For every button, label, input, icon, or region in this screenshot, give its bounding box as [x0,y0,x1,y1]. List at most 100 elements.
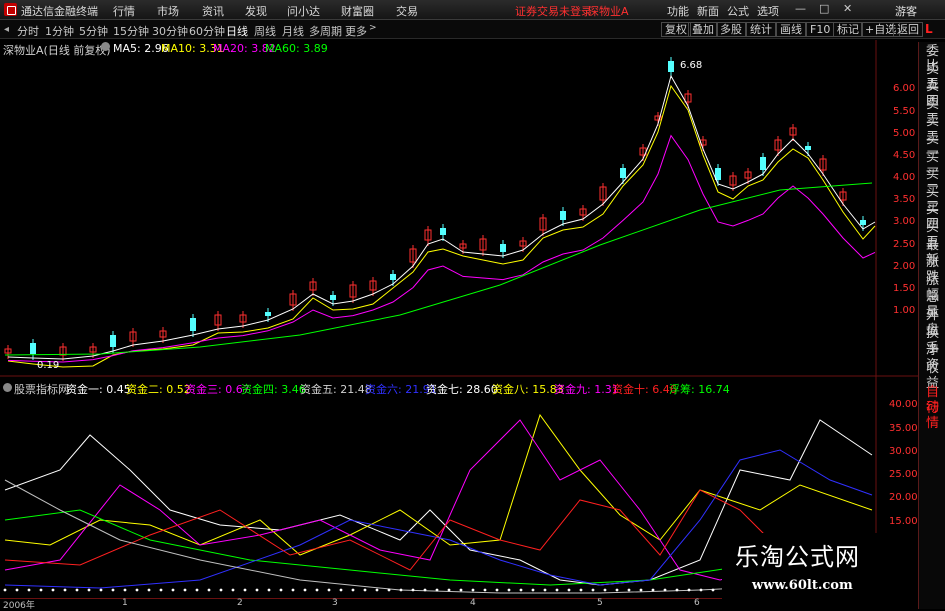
low-price-label: 0.19 [37,360,60,371]
baseline-dot [507,588,511,592]
baseline-dot [267,588,271,592]
trade-status[interactable]: 证券交易未登录 [515,3,592,19]
baseline-dot [207,588,211,592]
menu-formula[interactable]: 公式 [727,3,749,19]
tool-f10[interactable]: F10 [806,22,835,37]
kline-panel [0,40,918,598]
baseline-dot [651,588,655,592]
close-button[interactable]: ✕ [843,2,852,15]
baseline-dot [627,588,631,592]
baseline-dot [51,588,55,592]
more-chevron-icon[interactable]: > [369,23,377,33]
current-stock[interactable]: 深物业A [588,3,629,19]
baseline-dot [183,588,187,592]
date-tick: 3 [332,598,338,608]
baseline-dot [591,588,595,592]
baseline-dot [687,588,691,592]
tool-multi-stock[interactable]: 多股 [716,22,746,37]
menu-item-market[interactable]: 市场 [157,3,179,19]
baseline-dot [243,588,247,592]
menu-options[interactable]: 选项 [757,3,779,19]
maximize-button[interactable]: □ [819,2,829,15]
baseline-dot [111,588,115,592]
fund7-label: 资金七: 28.60 [426,383,498,396]
period-intraday[interactable]: 分时 [17,23,39,39]
baseline-dot [171,588,175,592]
stock-period-label: 深物业A(日线 前复权) [3,44,111,57]
fund5-label: 资金五: 21.48 [300,383,372,396]
date-tick: 2006年 [3,601,35,611]
period-weekly[interactable]: 周线 [254,23,276,39]
menu-item-wealth[interactable]: 财富圈 [341,3,374,19]
menu-item-trade[interactable]: 交易 [396,3,418,19]
baseline-dot [327,588,331,592]
indicator-tick: 25.00 [889,469,918,480]
chart-canvas [0,40,918,598]
menu-item-news[interactable]: 资讯 [202,3,224,19]
float-chips-label: 浮筹: 16.74 [669,383,730,396]
period-monthly[interactable]: 月线 [282,23,304,39]
price-tick: 2.50 [893,239,916,250]
baseline-dot [663,588,667,592]
baseline-dot [135,588,139,592]
candle-down [440,228,446,235]
price-tick: 2.00 [893,261,916,272]
baseline-dot [159,588,163,592]
period-5min[interactable]: 5分钟 [79,23,108,39]
candle-down [805,146,811,150]
tool-overlay[interactable]: 叠加 [688,22,718,37]
indicator-name[interactable]: 股票指标网 [14,381,69,397]
price-tick: 3.00 [893,216,916,227]
level-l-icon[interactable]: L [925,22,933,36]
baseline-dot [315,588,319,592]
price-tick: 5.50 [893,106,916,117]
baseline-dot [87,588,91,592]
candle-down [620,168,626,178]
tool-statistics[interactable]: 统计 [746,22,776,37]
collapse-arrow-icon[interactable]: ◂ [4,24,9,35]
indicator-settings-icon[interactable] [3,383,12,392]
baseline-dot [279,588,283,592]
app-logo-icon [4,3,17,16]
minimize-button[interactable]: — [795,2,806,15]
baseline-dot [567,588,571,592]
baseline-dot [351,588,355,592]
settings-dot-icon[interactable] [101,42,110,51]
baseline-dot [615,588,619,592]
baseline-dot [639,588,643,592]
tool-adjust[interactable]: 复权 [661,22,691,37]
period-more[interactable]: 更多 [345,23,367,39]
menu-new-page[interactable]: 新面 [697,3,719,19]
period-multi[interactable]: 多周期 [309,23,342,39]
period-1min[interactable]: 1分钟 [45,23,74,39]
baseline-dot [711,588,715,592]
candle-down [110,335,116,347]
baseline-dot [195,588,199,592]
guest-login[interactable]: 游客 [895,3,917,19]
menu-function[interactable]: 功能 [667,3,689,19]
tab-quote[interactable]: 行情 [920,401,945,431]
menu-item-discover[interactable]: 发现 [245,3,267,19]
baseline-dot [3,588,7,592]
baseline-dot [411,588,415,592]
baseline-dot [699,588,703,592]
tool-draw-line[interactable]: 画线 [776,22,806,37]
app-title: 通达信金融终端 [21,5,98,18]
period-30min[interactable]: 30分钟 [152,23,188,39]
tool-back[interactable]: 返回 [893,22,923,37]
menu-item-quotes[interactable]: 行情 [113,3,135,19]
period-60min[interactable]: 60分钟 [189,23,225,39]
baseline-dot [75,588,79,592]
tool-mark[interactable]: 标记 [833,22,863,37]
menu-item-ask[interactable]: 问小达 [287,3,320,19]
ma60-line [4,182,873,356]
period-15min[interactable]: 15分钟 [113,23,149,39]
period-daily[interactable]: 日线 [226,23,248,39]
price-tick: 4.50 [893,150,916,161]
indicator-tick: 30.00 [889,446,918,457]
ma10-line [7,84,876,368]
price-tick: 1.00 [893,305,916,316]
baseline-dot [675,588,679,592]
candle-down [760,157,766,170]
indicator-tick: 20.00 [889,492,918,503]
